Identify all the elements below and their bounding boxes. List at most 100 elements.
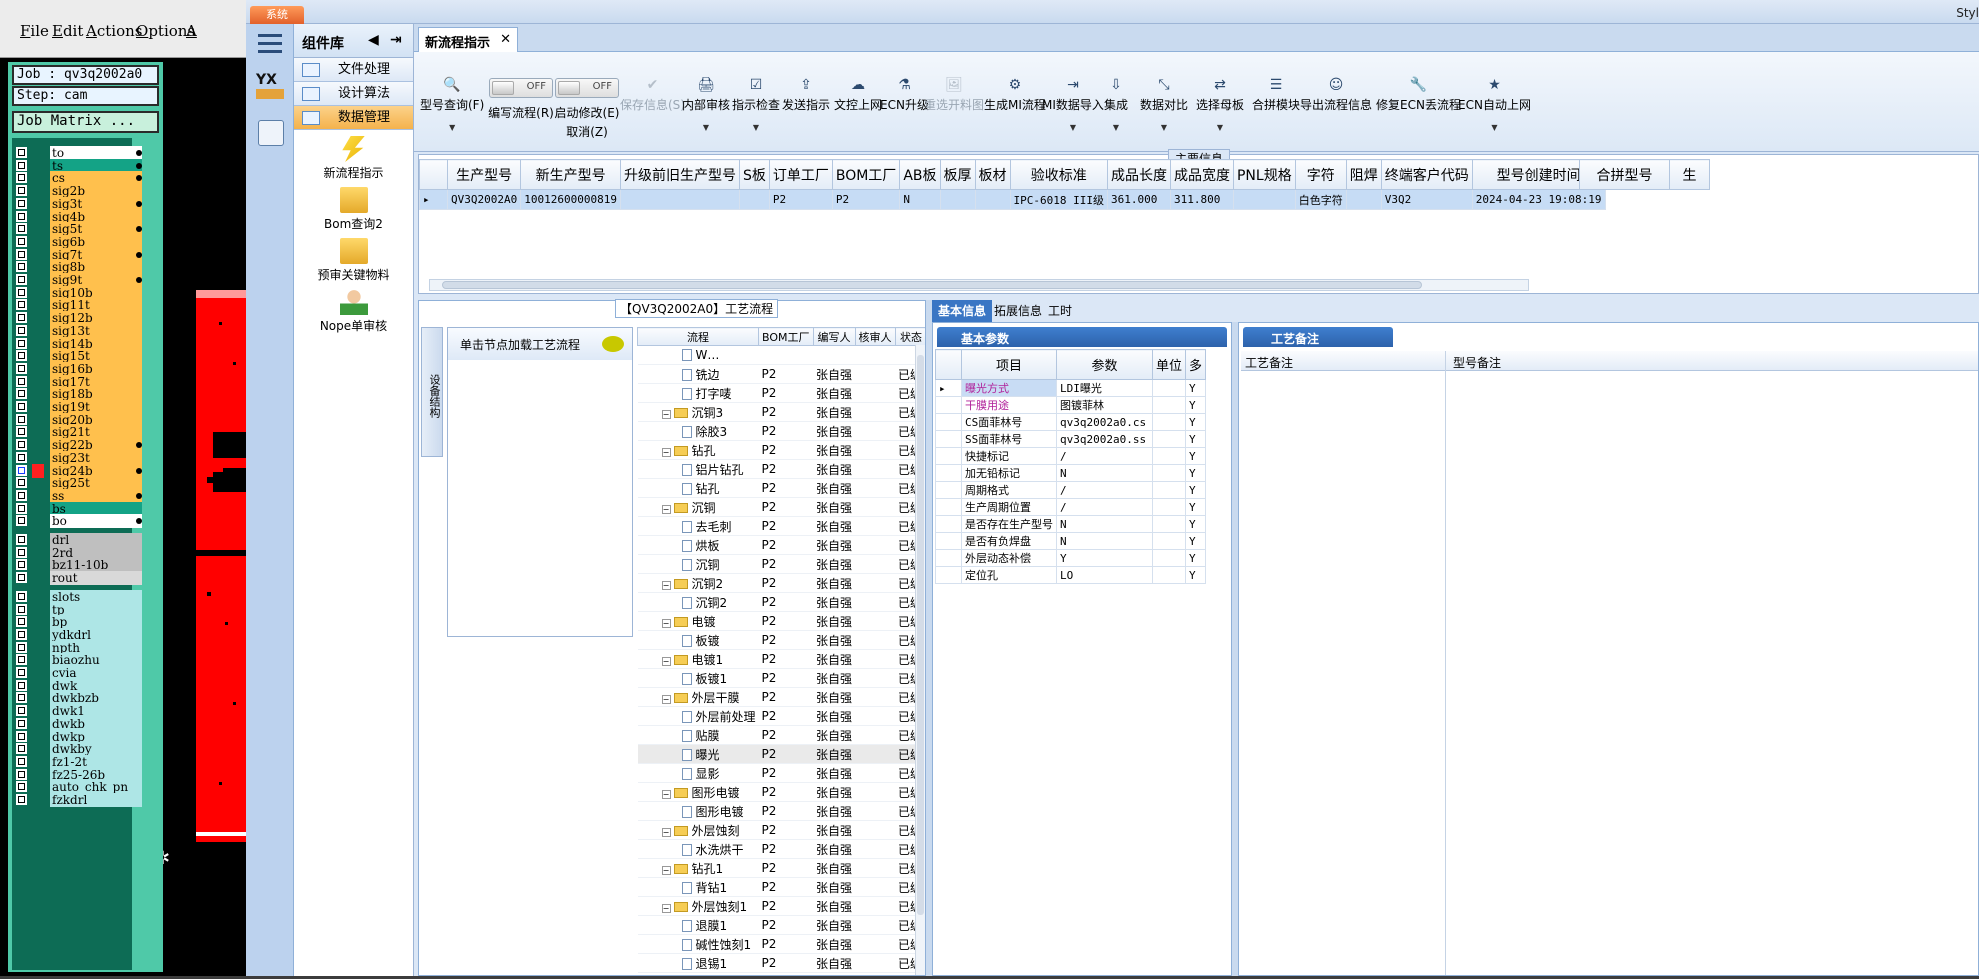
param-value[interactable]: Y — [1056, 549, 1153, 567]
table-cell[interactable]: 10012600000819 — [520, 189, 621, 210]
tree-row[interactable]: 碱性蚀刻1P2张自强已编写 — [637, 934, 925, 954]
vertical-tab[interactable]: 设备结构 — [421, 327, 443, 457]
layer-checkbox[interactable] — [16, 248, 27, 260]
layer-checkbox[interactable] — [16, 426, 27, 438]
row-selector-icon[interactable] — [935, 430, 962, 448]
table-cell[interactable]: V3Q2 — [1380, 189, 1473, 210]
tree-row[interactable]: 贴膜P2张自强已编写 — [637, 725, 925, 745]
layer-checkbox[interactable] — [16, 375, 27, 387]
param-value[interactable]: / — [1056, 447, 1153, 465]
param-value[interactable]: N — [1056, 532, 1153, 550]
menu-edit[interactable]: Edit — [52, 22, 83, 40]
tree-node[interactable]: 板镀1 — [637, 668, 759, 688]
collapse-icon[interactable]: − — [661, 656, 671, 666]
layer-row[interactable]: rout — [12, 571, 142, 586]
column-header[interactable]: BOM工厂 — [831, 159, 901, 190]
tree-row[interactable]: 铝片钻孔P2张自强已编写 — [637, 459, 925, 479]
param-row[interactable]: ▸ 曝光方式 LDI曝光 Y — [935, 379, 1207, 397]
tree-row[interactable]: 板镀P2张自强已编写 — [637, 630, 925, 650]
collapse-icon[interactable]: − — [661, 618, 671, 628]
calculator-icon[interactable] — [258, 120, 284, 146]
collapse-icon[interactable]: − — [661, 447, 671, 457]
layer-checkbox[interactable] — [16, 388, 27, 400]
param-value[interactable]: / — [1056, 498, 1153, 516]
layer-checkbox[interactable] — [16, 679, 27, 691]
param-row[interactable]: 外层动态补偿 Y Y — [935, 549, 1207, 567]
layer-checkbox[interactable] — [16, 274, 27, 285]
param-value[interactable]: 图镀菲林 — [1056, 396, 1153, 414]
column-header[interactable]: PNL规格 — [1232, 159, 1296, 190]
param-row[interactable]: 定位孔 LO Y — [935, 566, 1207, 584]
tree-node[interactable]: 外层前处理 — [637, 706, 759, 726]
layer-checkbox[interactable] — [16, 546, 27, 558]
column-header[interactable]: 成品长度 — [1106, 159, 1171, 190]
collapse-icon[interactable]: − — [661, 789, 671, 799]
table-cell[interactable]: 361.000 — [1106, 189, 1171, 210]
dropdown-arrow-icon[interactable]: ▼ — [1042, 123, 1104, 132]
param-row[interactable]: 加无铅标记 N Y — [935, 464, 1207, 482]
column-header[interactable]: 单位 — [1151, 349, 1187, 380]
close-icon[interactable]: ✕ — [500, 32, 511, 47]
layer-checkbox[interactable] — [16, 477, 27, 489]
column-header[interactable]: 参数 — [1056, 349, 1153, 380]
tree-node[interactable]: 去毛刺 — [637, 516, 759, 536]
tree-node[interactable]: − 外层干膜 — [637, 687, 759, 707]
layer-checkbox[interactable] — [16, 147, 27, 158]
layer-checkbox[interactable] — [16, 210, 27, 222]
param-row[interactable]: CS面菲林号 qv3q2002a0.cs Y — [935, 413, 1207, 431]
dropdown-arrow-icon[interactable]: ▼ — [732, 123, 780, 132]
row-selector-icon[interactable] — [935, 532, 962, 550]
tree-node[interactable]: − 沉铜 — [637, 497, 759, 517]
layer-checkbox[interactable] — [16, 572, 27, 584]
tree-row[interactable]: 退锡1P2张自强已编写 — [637, 953, 925, 973]
tree-node[interactable]: −沉铜1 — [637, 972, 759, 975]
collapse-icon[interactable]: − — [661, 827, 671, 837]
scroll-thumb[interactable] — [442, 281, 1422, 289]
layer-checkbox[interactable] — [16, 286, 27, 298]
column-header[interactable]: 成品宽度 — [1169, 159, 1234, 190]
collapse-icon[interactable]: − — [661, 903, 671, 913]
table-cell[interactable]: P2 — [768, 189, 833, 210]
tree-node[interactable]: 铣边 — [637, 364, 759, 384]
library-section-1[interactable]: 设计算法 — [294, 82, 413, 106]
tree-row[interactable]: −图形电镀P2张自强已编写 — [637, 782, 925, 802]
system-tab[interactable]: 系统 — [250, 6, 304, 24]
info-tab-2[interactable]: 工时 — [1042, 300, 1078, 322]
row-selector-icon[interactable] — [935, 481, 962, 499]
layer-edit-icon[interactable] — [136, 150, 142, 156]
column-header[interactable]: 升级前旧生产型号 — [619, 159, 740, 190]
collapse-icon[interactable]: − — [661, 694, 671, 704]
tree-node[interactable]: 沉铜 — [637, 554, 759, 574]
toggle-switch[interactable]: OFF — [555, 78, 619, 98]
tree-row[interactable]: 铣边P2张自强已编写 — [637, 364, 925, 384]
pin-icon[interactable]: ⇥ — [390, 32, 402, 48]
param-row[interactable]: 是否有负焊盘 N Y — [935, 532, 1207, 550]
layer-checkbox[interactable] — [16, 350, 27, 362]
tree-node[interactable]: 显影 — [637, 763, 759, 783]
library-section-2[interactable]: 数据管理 — [294, 106, 413, 130]
toggle-0[interactable]: OFF 编写流程(R) — [486, 78, 556, 121]
tree-row[interactable]: 沉铜P2张自强已编写 — [637, 554, 925, 574]
library-item-0[interactable]: 新流程指示 — [294, 136, 413, 181]
tree-row[interactable]: −钻孔1P2张自强已编写 — [637, 858, 925, 878]
info-tab-1[interactable]: 拓展信息 — [988, 300, 1048, 322]
tab-new-process[interactable]: 新流程指示 ✕ — [418, 27, 518, 52]
column-header[interactable]: BOM工厂 — [758, 327, 814, 346]
tree-row[interactable]: −外层蚀刻P2张自强已编写 — [637, 820, 925, 840]
layer-checkbox[interactable] — [16, 159, 27, 171]
toolbar-button-9[interactable]: ⇥ MI数据导入 ▼ — [1042, 78, 1104, 132]
collapse-icon[interactable]: − — [661, 504, 671, 514]
table-row[interactable]: ▸ QV3Q2002A0 10012600000819 P2 P2 N IPC-6018 I… — [419, 189, 1606, 210]
tree-node[interactable]: − 沉铜2 — [637, 573, 759, 593]
row-selector-icon[interactable] — [935, 515, 962, 533]
toolbar-button-5[interactable]: ☁ 文控上网 — [834, 78, 882, 113]
table-cell[interactable]: N — [899, 189, 941, 210]
layer-checkbox[interactable] — [16, 743, 27, 755]
tree-node[interactable]: − 钻孔 — [637, 440, 759, 460]
tree-node[interactable]: 碱性蚀刻1 — [637, 934, 759, 954]
layer-checkbox[interactable] — [16, 616, 27, 628]
tree-row[interactable]: 退膜1P2张自强已编写 — [637, 915, 925, 935]
layer-checkbox[interactable] — [16, 705, 27, 717]
tree-node[interactable]: 钻孔 — [637, 478, 759, 498]
toolbar-button-12[interactable]: ⇄ 选择母板 ▼ — [1196, 78, 1244, 132]
